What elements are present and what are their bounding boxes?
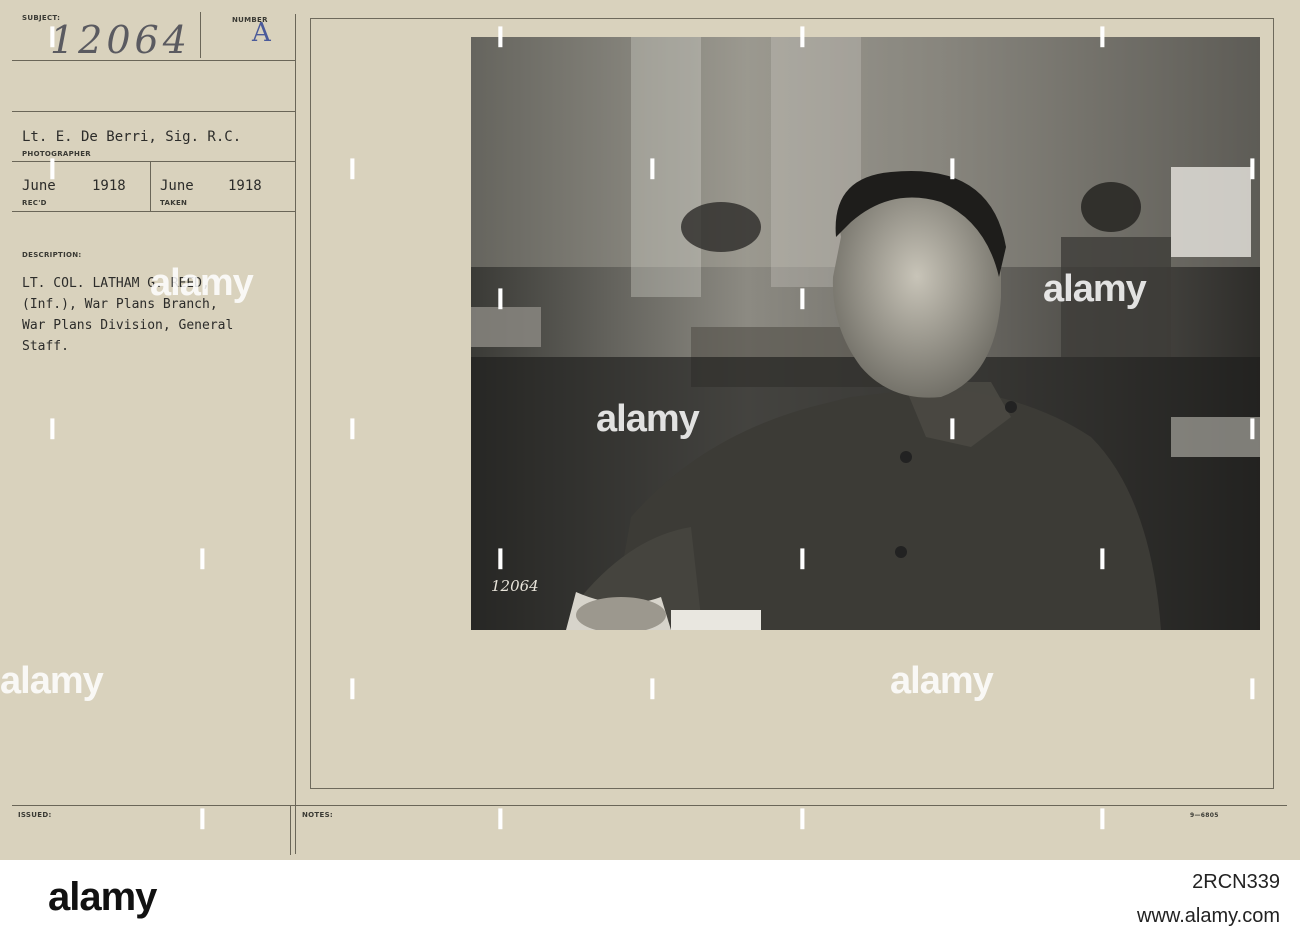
watermark-mark: ❙	[194, 547, 211, 569]
received-label: REC'D	[22, 199, 47, 207]
watermark-mark: ❙	[1244, 677, 1261, 699]
watermark-mark: ❙	[44, 417, 61, 439]
description-line-3: War Plans Division, General	[22, 318, 234, 333]
received-year: 1918	[92, 178, 126, 194]
rule-photographer-top	[12, 111, 296, 112]
left-column-border	[295, 14, 296, 854]
photograph: 12064	[471, 37, 1260, 630]
dates-divider	[150, 161, 151, 211]
subject-number: 12064	[50, 18, 191, 62]
notes-label: NOTES:	[302, 811, 334, 819]
footer-url: www.alamy.com	[1137, 905, 1280, 927]
watermark-mark: ❙	[492, 25, 509, 47]
footer-image-id: 2RCN339	[1192, 871, 1280, 893]
received-month: June	[22, 178, 56, 194]
watermark-mark: ❙	[1094, 807, 1111, 829]
archive-record-card: SUBJECT: 12064 NUMBER A Lt. E. De Berri,…	[0, 0, 1300, 860]
watermark-mark: ❙	[1094, 25, 1111, 47]
photographer-name: Lt. E. De Berri, Sig. R.C.	[22, 129, 242, 145]
watermark-mark: ❙	[944, 417, 961, 439]
number-letter: A	[252, 18, 271, 48]
watermark-mark: ❙	[1244, 157, 1261, 179]
watermark-mark: ❙	[794, 547, 811, 569]
watermark-mark: ❙	[794, 25, 811, 47]
watermark-mark: ❙	[344, 417, 361, 439]
watermark-mark: ❙	[492, 287, 509, 309]
watermark-mark: ❙	[492, 547, 509, 569]
header-divider	[200, 12, 201, 58]
rule-subject	[12, 60, 296, 61]
watermark-mark: ❙	[1094, 547, 1111, 569]
watermark-mark: ❙	[344, 157, 361, 179]
watermark-mark: ❙	[944, 157, 961, 179]
description-line-4: Staff.	[22, 339, 69, 354]
rule-issued	[12, 805, 1287, 806]
footer-divider	[290, 805, 291, 855]
photo-negative-stamp: 12064	[491, 577, 539, 595]
watermark-mark: ❙	[794, 287, 811, 309]
watermark-3: alamy	[1043, 268, 1147, 310]
watermark-2: alamy	[596, 398, 700, 440]
watermark-mark: ❙	[44, 157, 61, 179]
watermark-mark: ❙	[1244, 417, 1261, 439]
taken-year: 1918	[228, 178, 262, 194]
watermark-mark: ❙	[644, 157, 661, 179]
rule-dates-bottom	[12, 211, 296, 212]
watermark-mark: ❙	[492, 807, 509, 829]
watermark-mark: ❙	[44, 25, 61, 47]
description-label: DESCRIPTION:	[22, 251, 82, 259]
watermark-mark: ❙	[794, 807, 811, 829]
stock-footer-bar	[0, 860, 1300, 948]
taken-month: June	[160, 178, 194, 194]
photograph-officer-at-desk	[471, 37, 1260, 630]
watermark-mark: ❙	[194, 807, 211, 829]
watermark-mark: ❙	[644, 677, 661, 699]
watermark-mark: ❙	[344, 677, 361, 699]
watermark-5: alamy	[890, 660, 994, 702]
taken-label: TAKEN	[160, 199, 188, 207]
footer-logo: alamy	[48, 875, 157, 919]
watermark-1: alamy	[150, 262, 254, 304]
issued-label: ISSUED:	[18, 811, 52, 819]
form-code: 9—6805	[1190, 812, 1219, 819]
watermark-4: alamy	[0, 660, 104, 702]
